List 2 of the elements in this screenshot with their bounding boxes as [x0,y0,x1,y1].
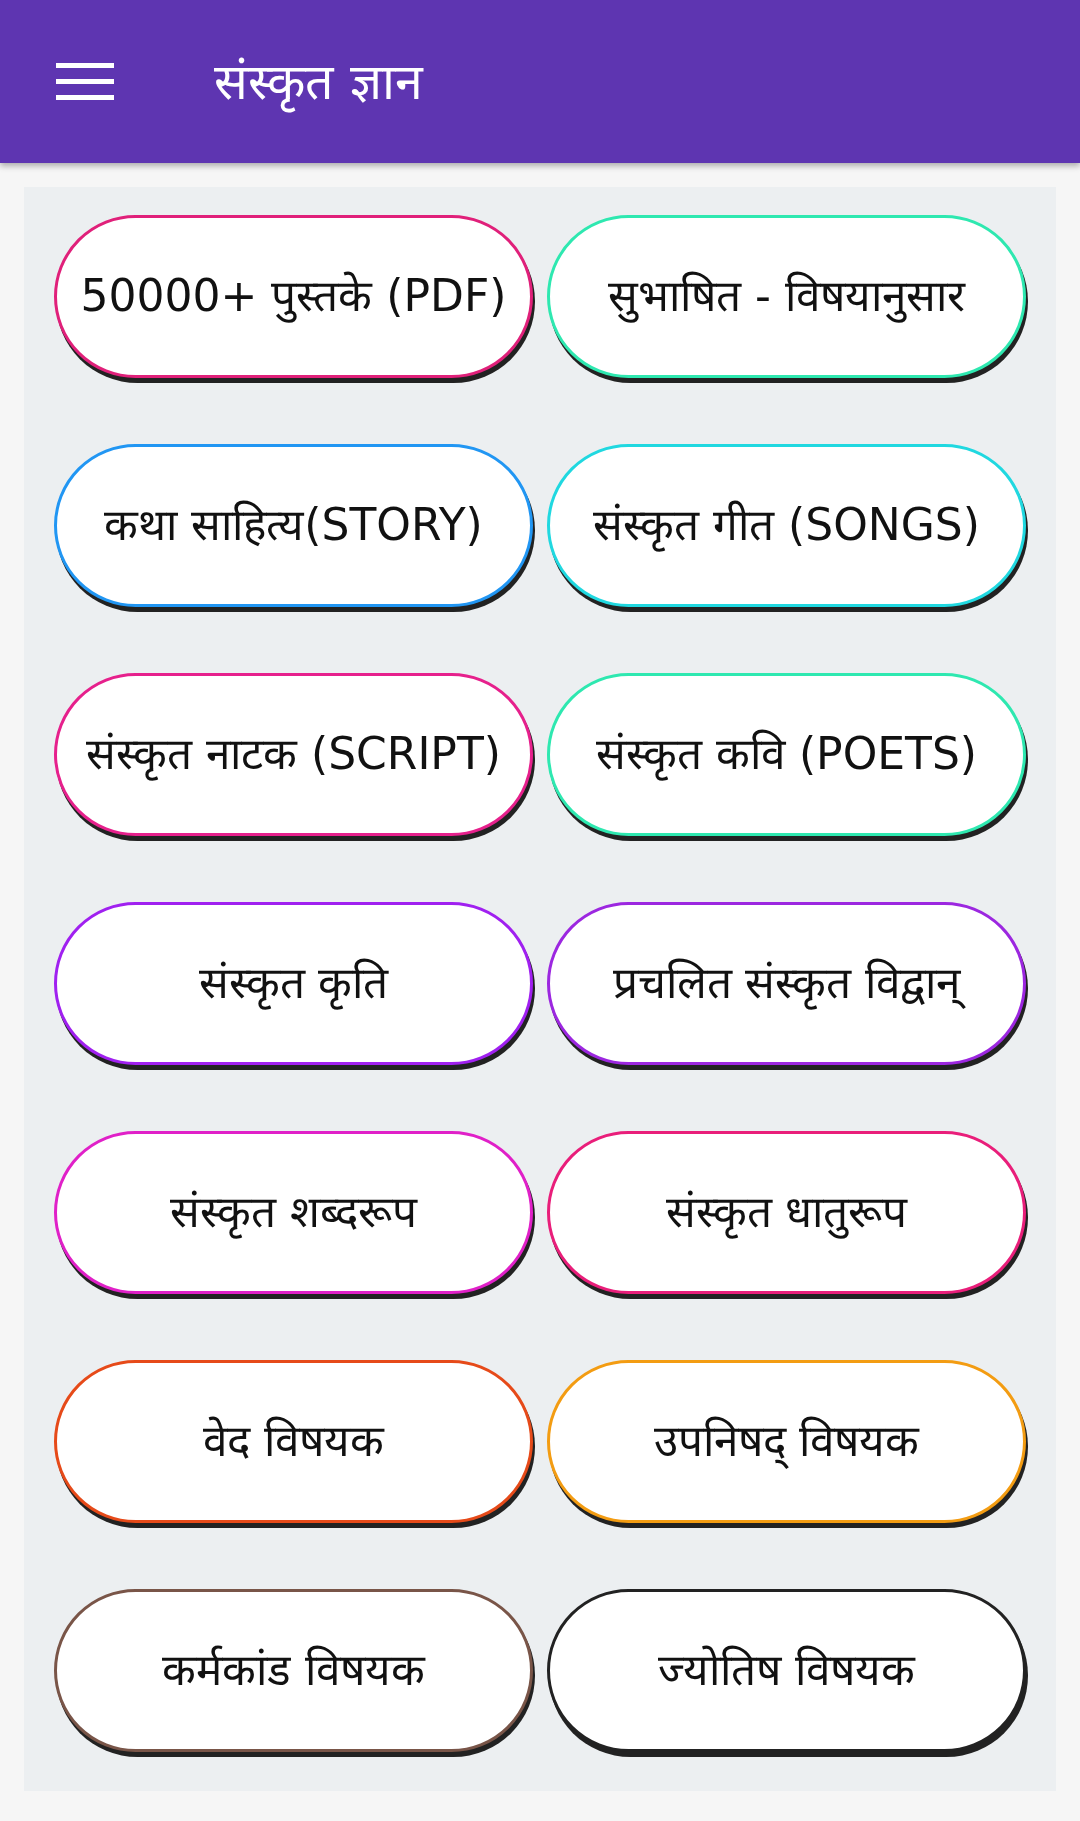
menu-icon[interactable] [56,62,114,101]
app-title: संस्कृत ज्ञान [214,51,423,112]
